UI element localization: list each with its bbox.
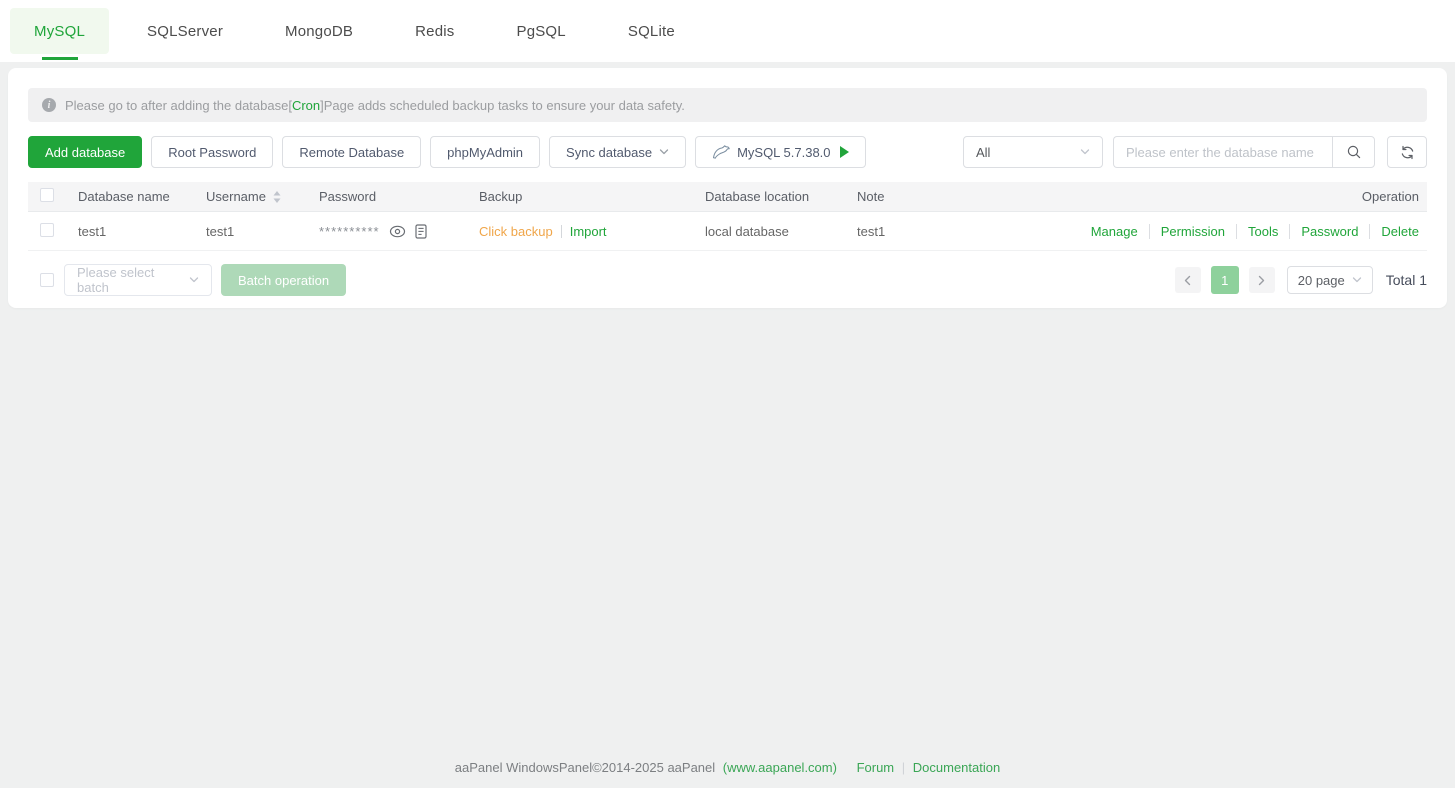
batch-select[interactable]: Please select batch — [64, 264, 212, 296]
show-password-eye-icon[interactable] — [389, 225, 406, 238]
footer-copyright: aaPanel WindowsPanel©2014-2025 aaPanel — [455, 760, 715, 775]
password-masked: ********** — [319, 224, 380, 239]
sort-icon[interactable] — [272, 190, 282, 204]
chevron-left-icon — [1183, 275, 1192, 286]
banner-text-after: ]Page adds scheduled backup tasks to ens… — [320, 98, 685, 113]
page-number-1[interactable]: 1 — [1211, 266, 1239, 294]
banner-text: Please go to after adding the database[C… — [65, 98, 685, 113]
table-row: test1 test1 ********** Click backup Im — [28, 212, 1427, 251]
add-database-button[interactable]: Add database — [28, 136, 142, 168]
mysql-dolphin-icon — [712, 145, 730, 160]
header-username: Username — [206, 189, 319, 204]
header-operation: Operation — [1097, 189, 1427, 204]
table-header: Database name Username Password Backup D… — [28, 182, 1427, 212]
header-backup: Backup — [479, 189, 705, 204]
remote-database-button[interactable]: Remote Database — [282, 136, 421, 168]
header-username-label: Username — [206, 189, 266, 204]
mysql-version-label: MySQL 5.7.38.0 — [737, 145, 830, 160]
banner-text-before: Please go to after adding the database[ — [65, 98, 292, 113]
tab-sqlite[interactable]: SQLite — [604, 8, 699, 54]
sync-database-label: Sync database — [566, 145, 652, 160]
page-size-value: 20 page — [1298, 273, 1345, 288]
page-size-select[interactable]: 20 page — [1287, 266, 1373, 294]
cell-database-name: test1 — [78, 224, 206, 239]
info-icon: i — [42, 98, 56, 112]
next-page-button[interactable] — [1249, 267, 1275, 293]
mysql-service-button[interactable]: MySQL 5.7.38.0 — [695, 136, 865, 168]
chevron-down-icon — [659, 147, 669, 157]
tab-mongodb[interactable]: MongoDB — [261, 8, 377, 54]
database-table: Database name Username Password Backup D… — [28, 182, 1427, 251]
header-database-location: Database location — [705, 189, 857, 204]
cron-hint-banner: i Please go to after adding the database… — [28, 88, 1427, 122]
footer-separator: | — [902, 760, 905, 775]
database-type-tabbar: MySQL SQLServer MongoDB Redis PgSQL SQLi… — [0, 0, 1455, 62]
header-database-name: Database name — [78, 189, 206, 204]
header-note: Note — [857, 189, 1097, 204]
phpmyadmin-button[interactable]: phpMyAdmin — [430, 136, 540, 168]
cell-username: test1 — [206, 224, 319, 239]
copy-password-icon[interactable] — [415, 224, 427, 239]
batch-row: Please select batch Batch operation 1 20… — [28, 264, 1427, 296]
cell-backup: Click backup Import — [479, 224, 705, 239]
permission-link[interactable]: Permission — [1149, 224, 1225, 239]
tab-redis[interactable]: Redis — [391, 8, 478, 54]
database-panel: i Please go to after adding the database… — [8, 68, 1447, 308]
cell-database-location: local database — [705, 224, 857, 239]
tab-mysql[interactable]: MySQL — [10, 8, 109, 54]
chevron-down-icon — [1080, 147, 1090, 157]
tab-pgsql[interactable]: PgSQL — [492, 8, 589, 54]
footer-site-link[interactable]: (www.aapanel.com) — [723, 760, 837, 775]
cell-note: test1 — [857, 224, 1097, 239]
filter-select[interactable]: All — [963, 136, 1103, 168]
toolbar-right: All — [963, 136, 1427, 168]
pagination: 1 20 page Total 1 — [1165, 266, 1427, 294]
batch-select-all-checkbox[interactable] — [40, 273, 54, 287]
footer-docs-link[interactable]: Documentation — [913, 760, 1000, 775]
sync-database-dropdown[interactable]: Sync database — [549, 136, 686, 168]
select-all-checkbox[interactable] — [40, 188, 54, 202]
chevron-down-icon — [189, 275, 199, 285]
footer: aaPanel WindowsPanel©2014-2025 aaPanel (… — [0, 760, 1455, 775]
header-password: Password — [319, 189, 479, 204]
chevron-right-icon — [1257, 275, 1266, 286]
prev-page-button[interactable] — [1175, 267, 1201, 293]
batch-operation-button[interactable]: Batch operation — [221, 264, 346, 296]
tab-sqlserver[interactable]: SQLServer — [123, 8, 247, 54]
click-backup-link[interactable]: Click backup — [479, 224, 553, 239]
refresh-button[interactable] — [1387, 136, 1427, 168]
password-link[interactable]: Password — [1289, 224, 1358, 239]
tools-link[interactable]: Tools — [1236, 224, 1278, 239]
search-button[interactable] — [1332, 136, 1375, 168]
cron-link[interactable]: Cron — [292, 98, 320, 113]
search-group — [1113, 136, 1375, 168]
toolbar: Add database Root Password Remote Databa… — [28, 136, 1427, 168]
refresh-icon — [1400, 145, 1415, 160]
play-icon — [840, 146, 849, 158]
search-input[interactable] — [1113, 136, 1332, 168]
manage-link[interactable]: Manage — [1091, 224, 1138, 239]
root-password-button[interactable]: Root Password — [151, 136, 273, 168]
import-link[interactable]: Import — [570, 224, 607, 239]
total-count: Total 1 — [1386, 272, 1427, 288]
cell-operation: Manage Permission Tools Password Delete — [1097, 224, 1427, 239]
search-icon — [1346, 144, 1362, 160]
footer-forum-link[interactable]: Forum — [857, 760, 895, 775]
batch-select-placeholder: Please select batch — [77, 265, 189, 295]
delete-link[interactable]: Delete — [1369, 224, 1419, 239]
cell-password: ********** — [319, 224, 479, 239]
backup-separator — [561, 225, 562, 238]
filter-select-value: All — [976, 145, 990, 160]
chevron-down-icon — [1352, 275, 1362, 285]
row-checkbox[interactable] — [40, 223, 54, 237]
